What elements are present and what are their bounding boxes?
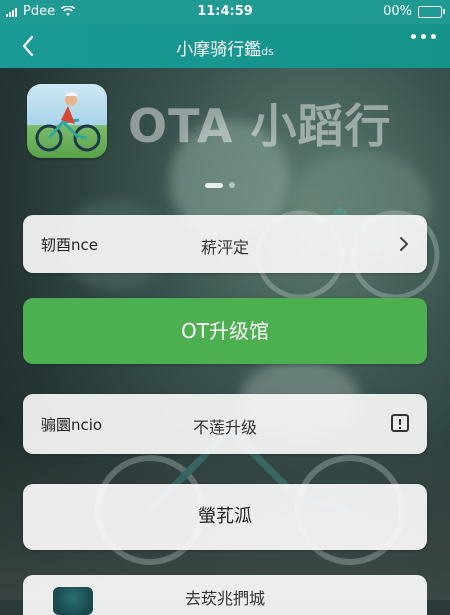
- bottom-card[interactable]: 去莰兆捫城: [23, 575, 427, 615]
- upgrade-status-row[interactable]: 骟圜ncio 不莲升级: [23, 394, 427, 454]
- dot-icon: [421, 34, 426, 39]
- secondary-button[interactable]: 螢芤泒: [23, 484, 427, 550]
- more-options-button[interactable]: [411, 34, 436, 39]
- carousel-dot-active: [205, 182, 223, 188]
- page-title-text: 小摩骑行鑑: [176, 40, 262, 60]
- ota-upgrade-button[interactable]: OT升级馆: [23, 298, 427, 364]
- battery-icon: [418, 5, 445, 18]
- dot-icon: [411, 34, 416, 39]
- dot-icon: [431, 34, 436, 39]
- info-icon[interactable]: [391, 414, 409, 432]
- status-bar: Pdee 11:4:59 00%: [0, 0, 450, 24]
- carousel-dot: [229, 182, 235, 188]
- bottom-card-text: 去莰兆捫城: [184, 589, 265, 608]
- version-row[interactable]: 轫酉nce 菥泙定: [23, 215, 427, 273]
- upgrade-status-value: 不莲升级: [192, 418, 257, 437]
- page-title-suffix: ds: [261, 45, 274, 58]
- page-title: 小摩骑行鑑ds: [0, 35, 450, 60]
- navigation-bar: 小摩骑行鑑ds: [0, 24, 450, 68]
- battery-percent: 00%: [383, 4, 412, 19]
- chevron-right-icon: [400, 237, 408, 251]
- carousel-indicator: [205, 182, 235, 188]
- app-icon: [27, 84, 107, 158]
- version-row-value: 菥泙定: [200, 238, 249, 257]
- banner-title: OTA 小蹈行: [128, 99, 392, 153]
